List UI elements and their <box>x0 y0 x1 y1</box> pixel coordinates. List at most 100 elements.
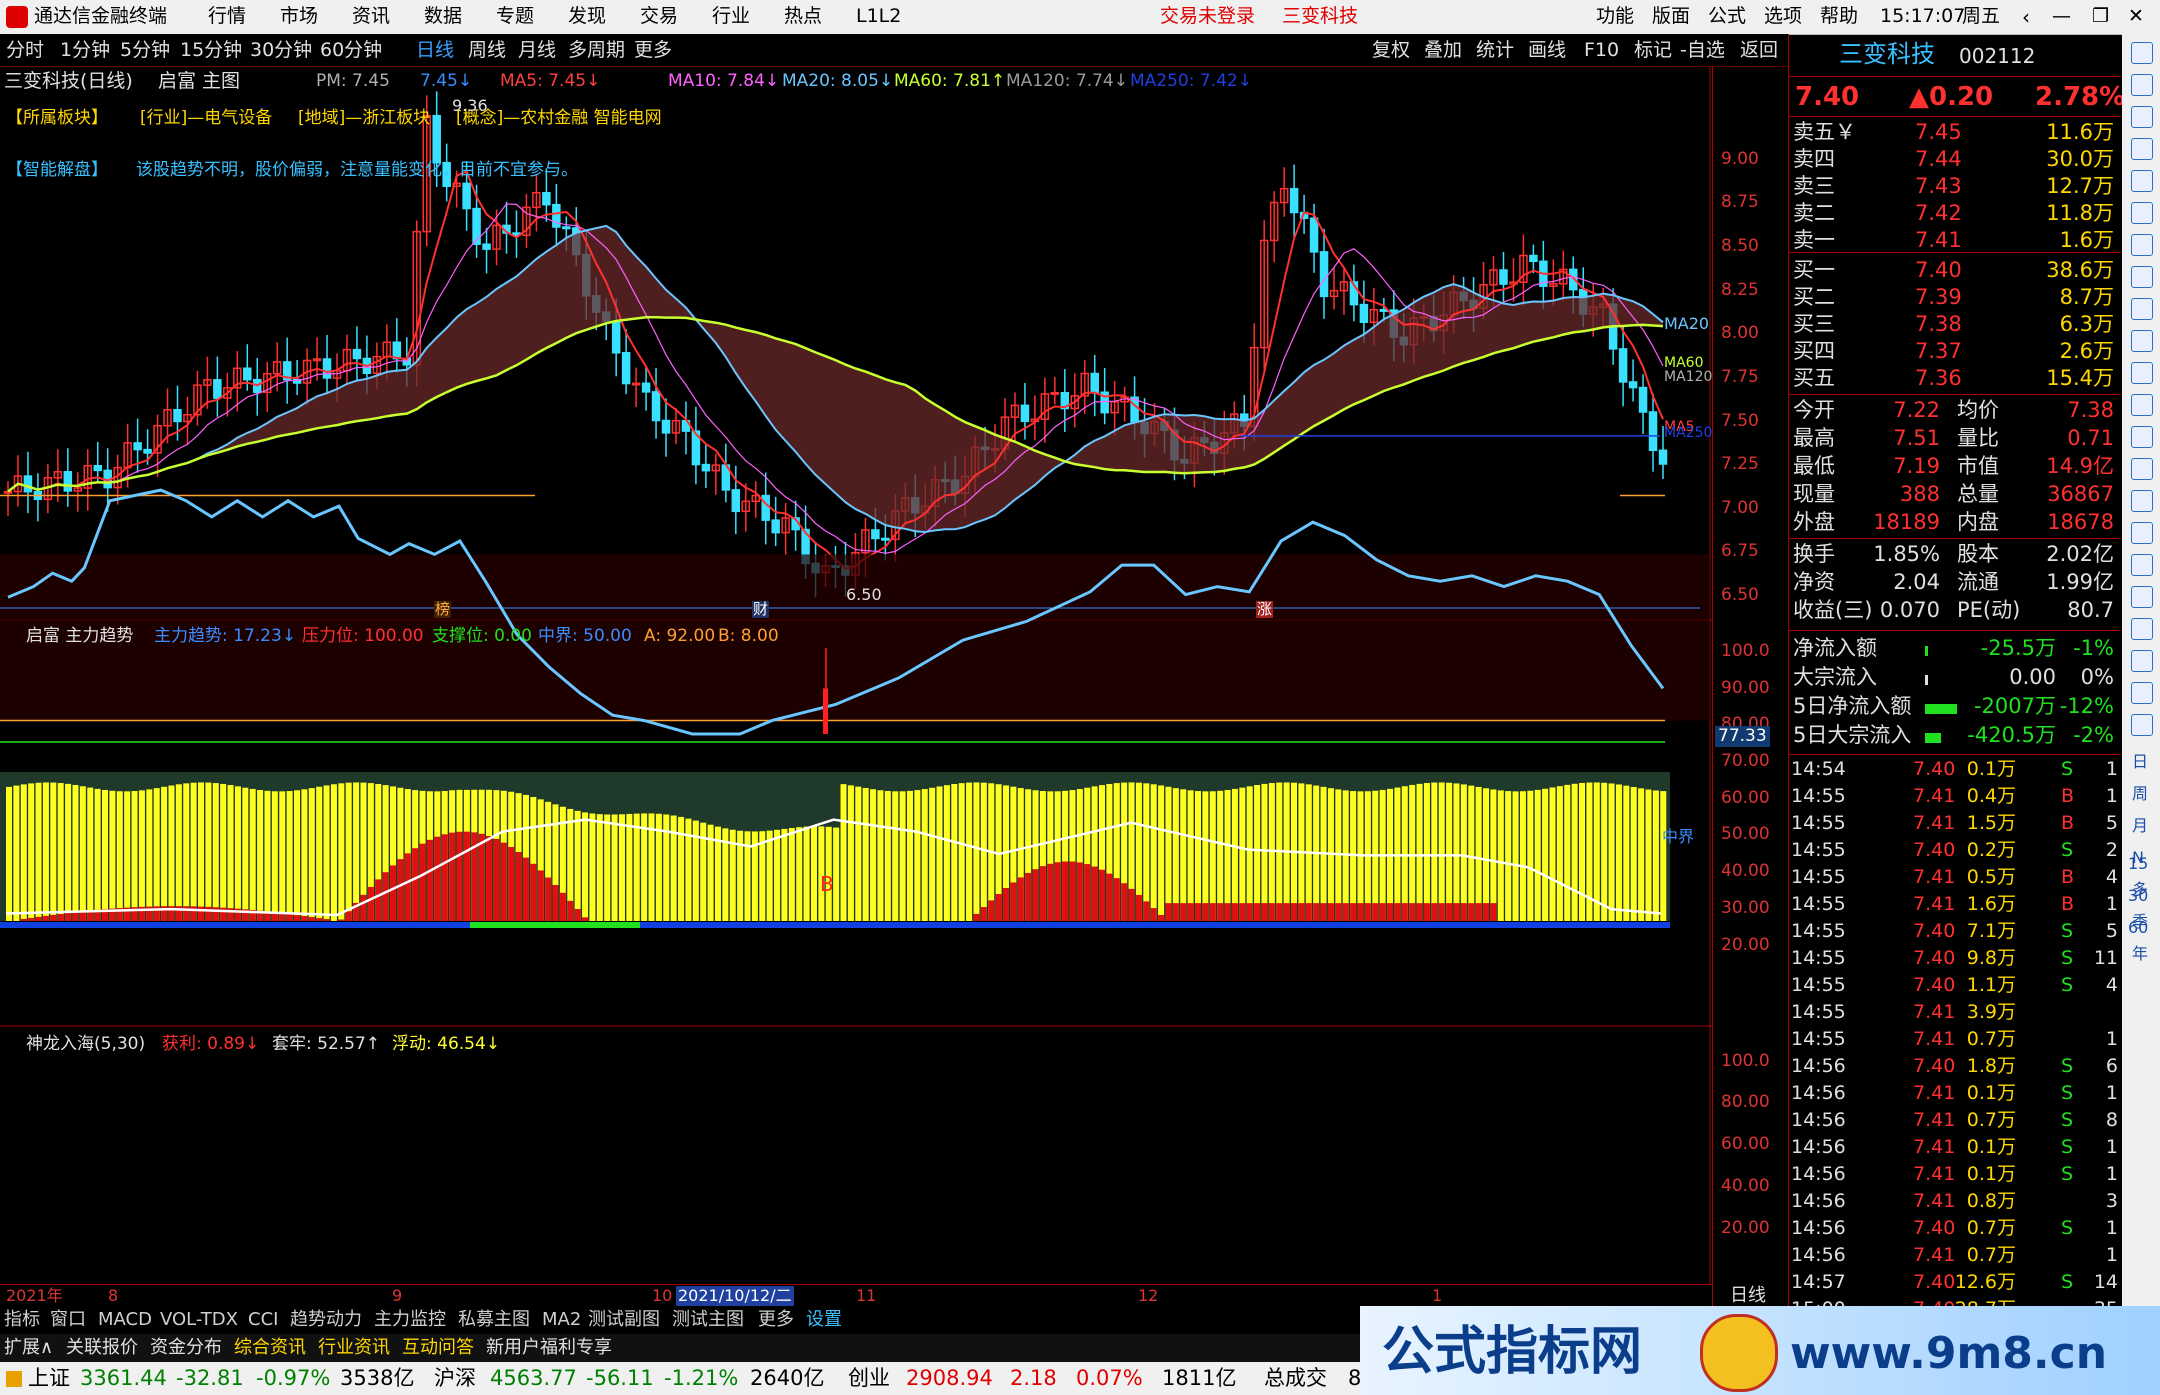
menu-item-layout[interactable]: 版面 <box>1652 7 1690 26</box>
dragon-panel-title[interactable]: 神龙入海(5,30) <box>26 1036 145 1053</box>
menu-item-news[interactable]: 资讯 <box>352 7 390 26</box>
menu-item-l1l2[interactable]: L1L2 <box>856 7 901 26</box>
sidebar-period-week[interactable]: 周 <box>2132 786 2148 802</box>
tool-remove-watch[interactable]: -自选 <box>1680 41 1725 60</box>
period-30min[interactable]: 30分钟 <box>250 41 312 60</box>
ratio-icon[interactable] <box>2131 586 2153 608</box>
tab-test-sub[interactable]: 测试副图 <box>588 1311 660 1329</box>
menu-item-trade[interactable]: 交易 <box>640 7 678 26</box>
tab-private-main[interactable]: 私募主图 <box>458 1311 530 1329</box>
tab-qa[interactable]: 互动问答 <box>402 1339 474 1357</box>
tab-test-main[interactable]: 测试主图 <box>672 1311 744 1329</box>
tab-main-monitor[interactable]: 主力监控 <box>374 1311 446 1329</box>
chart-icon[interactable] <box>2131 138 2153 160</box>
compare-icon[interactable] <box>2131 458 2153 480</box>
collapse-icon[interactable] <box>2131 42 2153 64</box>
menu-item-industry[interactable]: 行业 <box>712 7 750 26</box>
period-1min[interactable]: 1分钟 <box>60 41 110 60</box>
report-icon[interactable] <box>2131 170 2153 192</box>
login-status[interactable]: 交易未登录 <box>1160 7 1255 26</box>
period-60min[interactable]: 60分钟 <box>320 41 382 60</box>
tool-overlay[interactable]: 叠加 <box>1424 41 1462 60</box>
sidebar-period-15[interactable]: 15 <box>2128 856 2148 872</box>
chart-template-name[interactable]: 启富 主图 <box>158 72 240 91</box>
tab-general-news[interactable]: 综合资讯 <box>234 1339 306 1357</box>
sector-industry[interactable]: [行业]—电气设备 <box>140 110 272 127</box>
sector-region[interactable]: [地域]—浙江板块 <box>298 110 430 127</box>
grid-icon[interactable] <box>2131 362 2153 384</box>
event-mark-zhang[interactable]: 涨 <box>1256 601 1274 618</box>
menu-item-hot[interactable]: 热点 <box>784 7 822 26</box>
fz-icon[interactable] <box>2131 426 2153 448</box>
sidebar-period-60[interactable]: 60 <box>2128 920 2148 936</box>
period-multi[interactable]: 多周期 <box>568 41 625 60</box>
tab-capital-dist[interactable]: 资金分布 <box>150 1339 222 1357</box>
tool-f10[interactable]: F10 <box>1584 41 1619 60</box>
zoom-icon[interactable] <box>2131 714 2153 736</box>
menu-item-topic[interactable]: 专题 <box>496 7 534 26</box>
calendar-icon[interactable] <box>2131 266 2153 288</box>
period-5min[interactable]: 5分钟 <box>120 41 170 60</box>
menu-item-help[interactable]: 帮助 <box>1820 7 1858 26</box>
rsi-icon[interactable] <box>2131 554 2153 576</box>
period-15min[interactable]: 15分钟 <box>180 41 242 60</box>
close-icon[interactable]: ✕ <box>2128 7 2144 26</box>
sidebar-period-30[interactable]: 30 <box>2128 888 2148 904</box>
tab-indicator[interactable]: 指标 <box>4 1311 40 1329</box>
tab-related-quote[interactable]: 关联报价 <box>66 1339 138 1357</box>
move-icon[interactable] <box>2131 618 2153 640</box>
period-more[interactable]: 更多 <box>634 41 672 60</box>
sidebar-period-month[interactable]: 月 <box>2132 818 2148 834</box>
list-icon[interactable] <box>2131 394 2153 416</box>
tab-window[interactable]: 窗口 <box>50 1311 86 1329</box>
tab-cci[interactable]: CCI <box>248 1311 278 1329</box>
tab-vol-tdx[interactable]: VOL-TDX <box>160 1311 238 1329</box>
trend-panel-title[interactable]: 启富 主力趋势 <box>26 628 133 645</box>
menu-item-function[interactable]: 功能 <box>1596 7 1634 26</box>
trend-icon[interactable] <box>2131 202 2153 224</box>
tool-back[interactable]: 返回 <box>1740 41 1778 60</box>
tool-draw[interactable]: 画线 <box>1528 41 1566 60</box>
tab-industry-news[interactable]: 行业资讯 <box>318 1339 390 1357</box>
sidebar-period-year[interactable]: 年 <box>2132 946 2148 962</box>
tool-stats[interactable]: 统计 <box>1476 41 1514 60</box>
menu-item-discover[interactable]: 发现 <box>568 7 606 26</box>
down-arrow-icon[interactable] <box>2131 106 2153 128</box>
menu-item-data[interactable]: 数据 <box>424 7 462 26</box>
menu-item-formula[interactable]: 公式 <box>1708 7 1746 26</box>
tab-new-user[interactable]: 新用户福利专享 <box>486 1339 612 1357</box>
period-monthly[interactable]: 月线 <box>518 41 556 60</box>
tool-adjust[interactable]: 复权 <box>1372 41 1410 60</box>
tab-expand[interactable]: 扩展∧ <box>4 1339 53 1357</box>
index-hs-name[interactable]: 沪深 <box>434 1368 476 1389</box>
index-cy-name[interactable]: 创业 <box>848 1368 890 1389</box>
index-sh-name[interactable]: 上证 <box>28 1368 70 1389</box>
tab-more[interactable]: 更多 <box>758 1311 794 1329</box>
event-mark-cai[interactable]: 财 <box>752 601 770 618</box>
tab-settings[interactable]: 设置 <box>806 1311 842 1329</box>
sidebar-period-day[interactable]: 日 <box>2132 754 2148 770</box>
fin-icon[interactable] <box>2131 298 2153 320</box>
back-arrow-icon[interactable]: ‹ <box>2022 7 2030 27</box>
up-arrow-icon[interactable] <box>2131 74 2153 96</box>
tab-ma2[interactable]: MA2 <box>542 1311 581 1329</box>
menu-item-options[interactable]: 选项 <box>1764 7 1802 26</box>
kline-icon[interactable] <box>2131 234 2153 256</box>
period-minute-chart[interactable]: 分时 <box>6 41 44 60</box>
chart-area[interactable] <box>0 66 1712 1306</box>
restore-icon[interactable]: ❐ <box>2092 7 2109 26</box>
tab-macd[interactable]: MACD <box>98 1311 152 1329</box>
period-daily[interactable]: 日线 <box>416 41 454 60</box>
cycle-icon[interactable] <box>2131 490 2153 512</box>
table-icon[interactable] <box>2131 330 2153 352</box>
fs-icon[interactable] <box>2131 682 2153 704</box>
menu-item-quote[interactable]: 行情 <box>208 7 246 26</box>
menu-item-market[interactable]: 市场 <box>280 7 318 26</box>
volume-icon[interactable] <box>2131 522 2153 544</box>
dragon-indicator-chart[interactable] <box>0 772 1670 928</box>
tab-trend-power[interactable]: 趋势动力 <box>290 1311 362 1329</box>
event-mark-bang[interactable]: 榜 <box>434 601 452 618</box>
tool-mark[interactable]: 标记 <box>1634 41 1672 60</box>
minimize-icon[interactable]: — <box>2052 7 2071 26</box>
pen-icon[interactable] <box>2131 650 2153 672</box>
